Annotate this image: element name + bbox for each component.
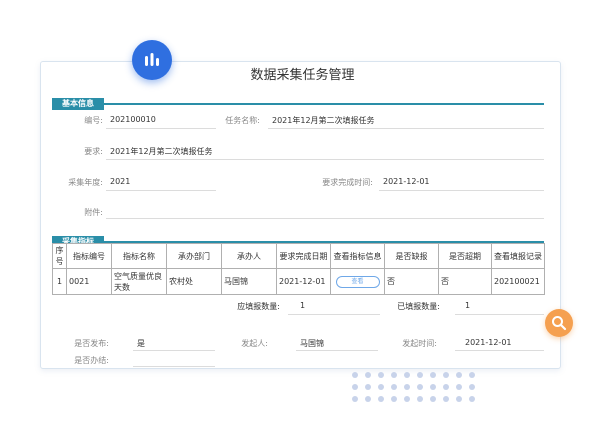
task-card xyxy=(40,61,561,369)
task-name-label: 任务名称: xyxy=(225,116,260,125)
section-indicators: 采集指标 xyxy=(52,229,544,248)
year-label: 采集年度: xyxy=(68,178,103,187)
indicators-table: 序号 指标编号 指标名称 承办部门 承办人 要求完成日期 查看指标信息 是否缺报… xyxy=(52,243,545,295)
page-title: 数据采集任务管理 xyxy=(250,68,355,83)
year-underline xyxy=(106,190,216,191)
due-label: 要求完成时间: xyxy=(322,178,373,187)
cell-person: 马国锦 xyxy=(221,268,277,295)
record-link[interactable]: 202100021 xyxy=(491,268,545,295)
cell-overdue: 否 xyxy=(438,268,492,295)
header-view: 查看指标信息 xyxy=(330,243,385,269)
header-name: 指标名称 xyxy=(111,243,167,269)
init-time-underline xyxy=(455,350,544,351)
requirement-value: 2021年12月第二次填报任务 xyxy=(110,147,213,156)
should-count-underline xyxy=(288,314,380,315)
finish-label: 是否办结: xyxy=(74,356,109,365)
cell-no: 1 xyxy=(52,268,67,295)
publish-label: 是否发布: xyxy=(74,339,109,348)
header-dept: 承办部门 xyxy=(166,243,222,269)
section-basic-label: 基本信息 xyxy=(52,98,104,110)
init-time-label: 发起时间: xyxy=(402,339,437,348)
done-count-value: 1 xyxy=(465,301,471,310)
publish-value: 是 xyxy=(137,339,145,348)
code-label: 编号: xyxy=(84,116,103,125)
attachment-field[interactable] xyxy=(106,218,544,219)
header-missing: 是否缺报 xyxy=(384,243,439,269)
header-record: 查看填报记录 xyxy=(491,243,545,269)
cell-dept: 农村处 xyxy=(166,268,222,295)
code-value: 202100010 xyxy=(110,115,156,124)
init-time-value: 2021-12-01 xyxy=(465,338,512,347)
cell-date: 2021-12-01 xyxy=(276,268,331,295)
should-count-value: 1 xyxy=(300,301,306,310)
cell-view: 查看 xyxy=(330,268,385,295)
publish-underline xyxy=(133,350,215,351)
attachment-label: 附件: xyxy=(84,208,103,217)
header-no: 序号 xyxy=(52,243,67,269)
due-underline xyxy=(379,190,544,191)
section-basic-info: 基本信息 xyxy=(52,91,544,110)
should-count-label: 应填报数量: xyxy=(237,302,280,311)
requirement-label: 要求: xyxy=(84,147,103,156)
cell-missing: 否 xyxy=(384,268,439,295)
table-header-row: 序号 指标编号 指标名称 承办部门 承办人 要求完成日期 查看指标信息 是否缺报… xyxy=(52,243,545,269)
header-date: 要求完成日期 xyxy=(276,243,331,269)
table-row: 1 0021 空气质量优良天数 农村处 马国锦 2021-12-01 查看 否 … xyxy=(52,268,545,295)
year-value: 2021 xyxy=(110,177,131,186)
cell-name: 空气质量优良天数 xyxy=(111,268,167,295)
code-underline xyxy=(106,128,216,129)
finish-underline xyxy=(133,366,215,367)
view-indicator-button[interactable]: 查看 xyxy=(335,275,380,288)
header-code: 指标编号 xyxy=(66,243,112,269)
due-value: 2021-12-01 xyxy=(383,177,430,186)
initiator-underline xyxy=(296,350,378,351)
task-name-value: 2021年12月第二次填报任务 xyxy=(272,116,375,125)
search-icon xyxy=(552,316,567,331)
task-name-underline xyxy=(268,128,544,129)
cell-code: 0021 xyxy=(66,268,112,295)
header-person: 承办人 xyxy=(221,243,277,269)
search-button[interactable] xyxy=(545,309,573,337)
requirement-underline xyxy=(106,159,544,160)
initiator-value: 马国锦 xyxy=(300,339,324,348)
done-count-label: 已填报数量: xyxy=(397,302,440,311)
header-overdue: 是否超期 xyxy=(438,243,492,269)
initiator-label: 发起人: xyxy=(241,339,268,348)
done-count-underline xyxy=(455,314,544,315)
